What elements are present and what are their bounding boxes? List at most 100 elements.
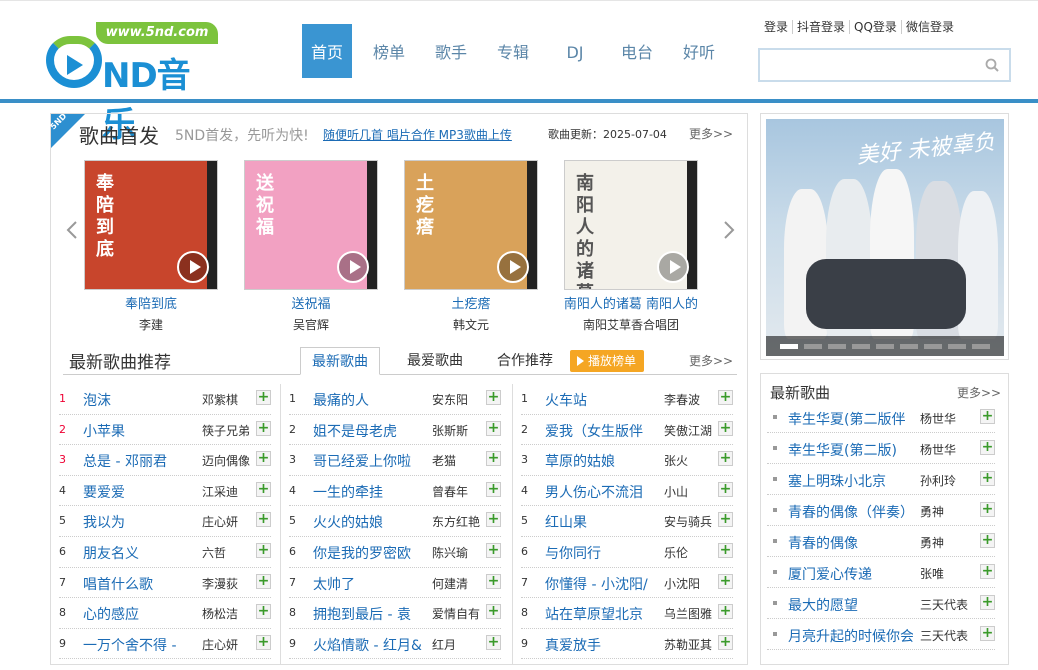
song-row[interactable]: 5 我以为 庄心妍 + (59, 506, 271, 537)
nav-singers[interactable]: 歌手 (426, 24, 476, 78)
recommend-more-link[interactable]: 更多>> (689, 352, 733, 369)
new-song-row[interactable]: 幸生华夏(第二版伴 杨世华 + (767, 402, 995, 433)
song-row[interactable]: 8 心的感应 杨松洁 + (59, 598, 271, 629)
add-icon[interactable]: + (980, 409, 995, 424)
site-logo[interactable]: www.5nd.com ND音乐 (44, 22, 219, 145)
song-artist[interactable]: 邓紫棋 (202, 391, 257, 408)
song-artist[interactable]: 东方红艳 (432, 513, 487, 530)
song-title[interactable]: 最痛的人 (313, 390, 423, 410)
nav-charts[interactable]: 榜单 (364, 24, 414, 78)
new-song-row[interactable]: 塞上明珠小北京 孙利玲 + (767, 464, 995, 495)
add-icon[interactable]: + (980, 595, 995, 610)
song-title[interactable]: 总是 - 邓丽君 (83, 451, 193, 471)
add-icon[interactable]: + (718, 634, 733, 650)
add-icon[interactable]: + (486, 634, 501, 650)
tab-newest[interactable]: 最新歌曲 (300, 347, 380, 375)
play-icon[interactable] (497, 251, 529, 283)
nav-home[interactable]: 首页 (302, 24, 352, 78)
add-icon[interactable]: + (486, 481, 501, 497)
add-icon[interactable]: + (256, 542, 271, 558)
add-icon[interactable]: + (718, 481, 733, 497)
album-title[interactable]: 土疙瘩 (391, 293, 551, 312)
add-icon[interactable]: + (256, 634, 271, 650)
song-artist[interactable]: 爱情自有 (432, 605, 487, 622)
tab-favorite[interactable]: 最爱歌曲 (390, 347, 480, 375)
song-title[interactable]: 幸生华夏(第二版) (788, 440, 913, 460)
song-title[interactable]: 哥已经爱上你啦 (313, 451, 423, 471)
song-title[interactable]: 火车站 (545, 390, 655, 410)
add-icon[interactable]: + (486, 573, 501, 589)
song-artist[interactable]: 张火 (664, 452, 719, 469)
song-row[interactable]: 9 一万个舍不得 - 庄心妍 + (59, 629, 271, 660)
song-row[interactable]: 1 火车站 李春波 + (521, 384, 733, 415)
song-title[interactable]: 真爱放手 (545, 635, 655, 655)
add-icon[interactable]: + (256, 512, 271, 528)
album-cover[interactable]: 南阳人的诸葛 (564, 160, 698, 290)
song-artist[interactable]: 孙利玲 (920, 472, 968, 489)
song-artist[interactable]: 杨松洁 (202, 605, 257, 622)
new-song-row[interactable]: 幸生华夏(第二版) 杨世华 + (767, 433, 995, 464)
song-row[interactable]: 9 真爱放手 苏勒亚其 + (521, 629, 733, 660)
new-song-row[interactable]: 厦门爱心传递 张唯 + (767, 557, 995, 588)
add-icon[interactable]: + (486, 542, 501, 558)
add-icon[interactable]: + (980, 533, 995, 548)
song-title[interactable]: 塞上明珠小北京 (788, 471, 913, 491)
add-icon[interactable]: + (718, 573, 733, 589)
song-title[interactable]: 你是我的罗密欧 (313, 543, 423, 563)
song-title[interactable]: 小苹果 (83, 421, 193, 441)
song-row[interactable]: 6 朋友名义 六哲 + (59, 537, 271, 568)
add-icon[interactable]: + (486, 390, 501, 405)
song-row[interactable]: 6 你是我的罗密欧 陈兴瑜 + (289, 537, 501, 568)
nav-dj[interactable]: DJ (550, 24, 600, 78)
song-title[interactable]: 爱我（女生版伴 (545, 421, 655, 441)
song-row[interactable]: 7 你懂得 - 小沈阳/小沈阳 + (521, 568, 733, 599)
song-row[interactable]: 1 泡沫 邓紫棋 + (59, 384, 271, 415)
song-artist[interactable]: 老猫 (432, 452, 487, 469)
add-icon[interactable]: + (486, 420, 501, 436)
song-artist[interactable]: 安东阳 (432, 391, 487, 408)
add-icon[interactable]: + (256, 451, 271, 467)
song-artist[interactable]: 小沈阳 (664, 575, 719, 592)
wechat-login-link[interactable]: 微信登录 (900, 20, 958, 34)
add-icon[interactable]: + (256, 481, 271, 497)
album-title[interactable]: 南阳人的诸葛 南阳人的 (551, 293, 711, 312)
add-icon[interactable]: + (256, 390, 271, 405)
song-title[interactable]: 一生的牵挂 (313, 482, 423, 502)
add-icon[interactable]: + (980, 440, 995, 455)
play-icon[interactable] (177, 251, 209, 283)
banner-photo[interactable]: 美好 未被辜负 (766, 119, 1004, 356)
album-title[interactable]: 奉陪到底 (71, 293, 231, 312)
song-artist[interactable]: 勇神 (920, 534, 968, 551)
add-icon[interactable]: + (718, 604, 733, 620)
play-rank-button[interactable]: 播放榜单 (570, 350, 644, 372)
song-artist[interactable]: 小山 (664, 483, 719, 500)
add-icon[interactable]: + (718, 451, 733, 467)
song-title[interactable]: 火焰情歌 - 红月& (313, 635, 423, 655)
song-artist[interactable]: 何建清 (432, 575, 487, 592)
song-title[interactable]: 幸生华夏(第二版伴 (788, 409, 913, 429)
new-song-row[interactable]: 青春的偶像（伴奏） 勇神 + (767, 495, 995, 526)
song-title[interactable]: 姐不是母老虎 (313, 421, 423, 441)
song-title[interactable]: 拥抱到最后 - 袁 (313, 604, 423, 624)
song-row[interactable]: 1 最痛的人 安东阳 + (289, 384, 501, 415)
song-artist[interactable]: 迈向偶像 (202, 452, 257, 469)
song-row[interactable]: 4 一生的牵挂 曾春年 + (289, 476, 501, 507)
song-row[interactable]: 7 太帅了 何建清 + (289, 568, 501, 599)
album-artist[interactable]: 韩文元 (391, 316, 551, 333)
song-title[interactable]: 唱首什么歌 (83, 574, 193, 594)
song-row[interactable]: 5 红山果 安与骑兵 + (521, 506, 733, 537)
album-artist[interactable]: 吴官辉 (231, 316, 391, 333)
add-icon[interactable]: + (486, 512, 501, 528)
pager-dot[interactable] (804, 343, 822, 349)
album-artist[interactable]: 李建 (71, 316, 231, 333)
song-artist[interactable]: 陈兴瑜 (432, 544, 487, 561)
song-title[interactable]: 男人伤心不流泪 (545, 482, 655, 502)
song-title[interactable]: 要爱爱 (83, 482, 193, 502)
song-artist[interactable]: 乌兰图雅 (664, 605, 719, 622)
add-icon[interactable]: + (256, 573, 271, 589)
add-icon[interactable]: + (718, 420, 733, 436)
add-icon[interactable]: + (256, 420, 271, 436)
pager-dot[interactable] (828, 343, 846, 349)
add-icon[interactable]: + (980, 502, 995, 517)
song-artist[interactable]: 庄心妍 (202, 513, 257, 530)
